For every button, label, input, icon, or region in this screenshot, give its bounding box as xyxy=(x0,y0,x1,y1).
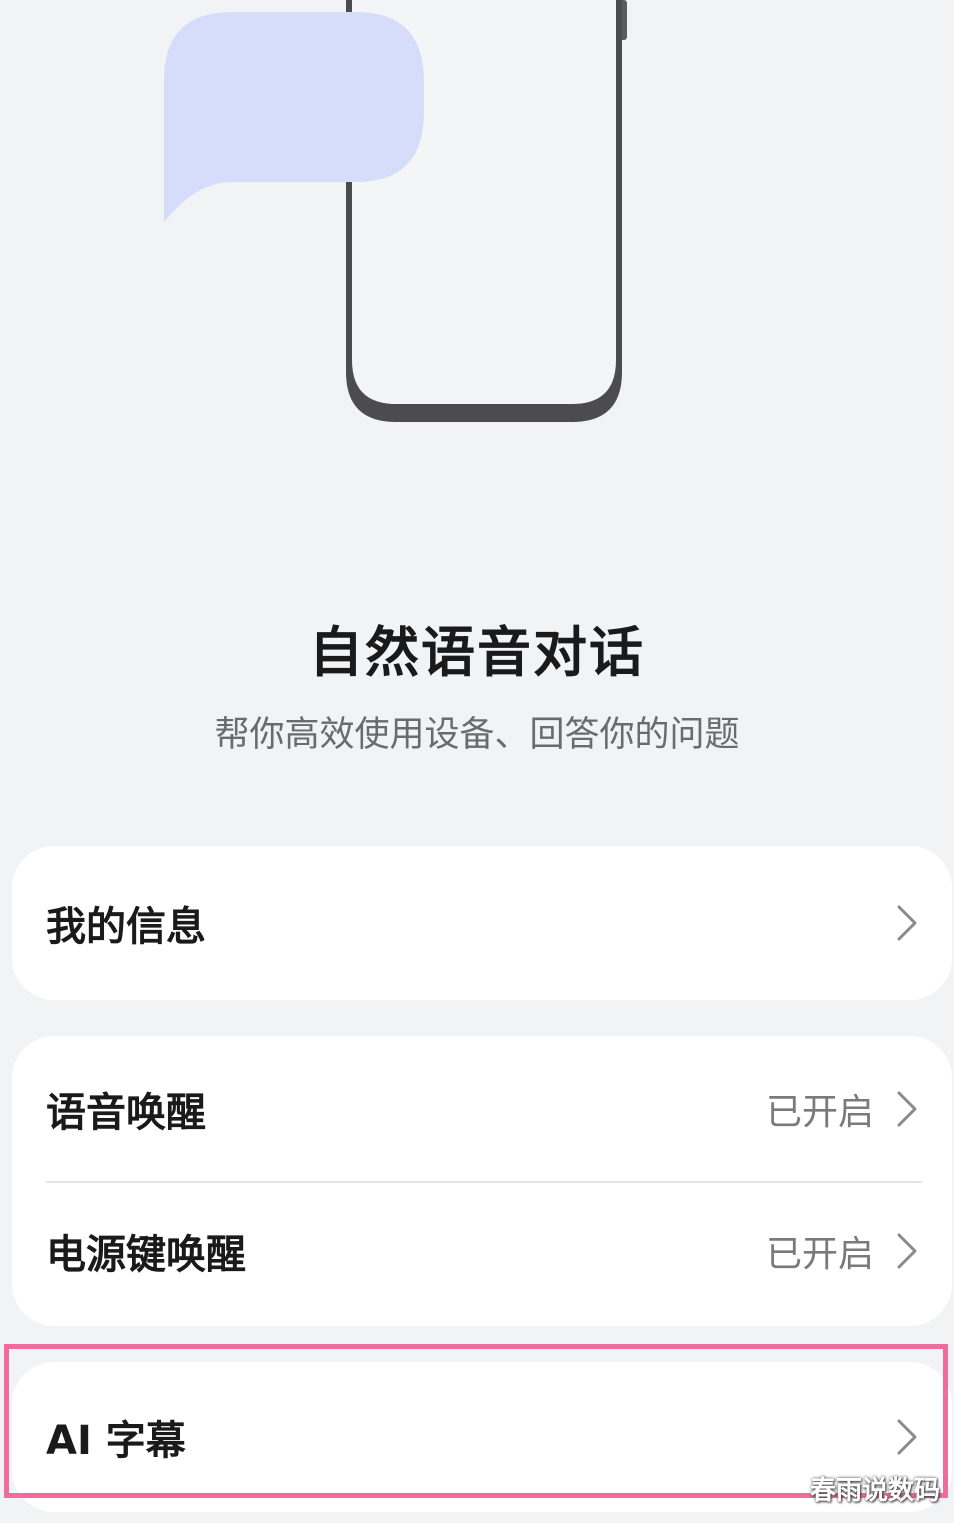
voice-wake-status: 已开启 xyxy=(765,1091,874,1133)
my-info-card: 我的信息 xyxy=(12,846,952,1000)
chevron-right-icon xyxy=(897,1091,917,1126)
voice-wake-label: 语音唤醒 xyxy=(46,1089,206,1136)
chevron-right-icon xyxy=(897,905,917,941)
my-info-row[interactable]: 我的信息 xyxy=(12,846,952,1000)
chevron-right-icon xyxy=(897,1233,917,1269)
power-key-wake-status: 已开启 xyxy=(765,1234,874,1275)
wake-settings-card: 语音唤醒 已开启 电源键唤醒 已开启 xyxy=(12,1036,952,1326)
ai-subtitles-label: AI 字幕 xyxy=(46,1418,186,1464)
page-subtitle: 帮你高效使用设备、回答你的问题 xyxy=(214,715,740,755)
page-title: 自然语音对话 xyxy=(309,621,645,684)
chevron-right-icon xyxy=(897,1419,917,1455)
power-key-wake-label: 电源键唤醒 xyxy=(46,1232,246,1278)
my-info-label: 我的信息 xyxy=(46,904,206,950)
power-key-wake-row[interactable]: 电源键唤醒 已开启 xyxy=(12,1181,952,1321)
phone-illustration xyxy=(164,0,627,422)
watermark-text: 春雨说数码 xyxy=(809,1476,940,1506)
voice-wake-row[interactable]: 语音唤醒 已开启 xyxy=(12,1036,952,1181)
hero-illustration xyxy=(0,0,954,560)
